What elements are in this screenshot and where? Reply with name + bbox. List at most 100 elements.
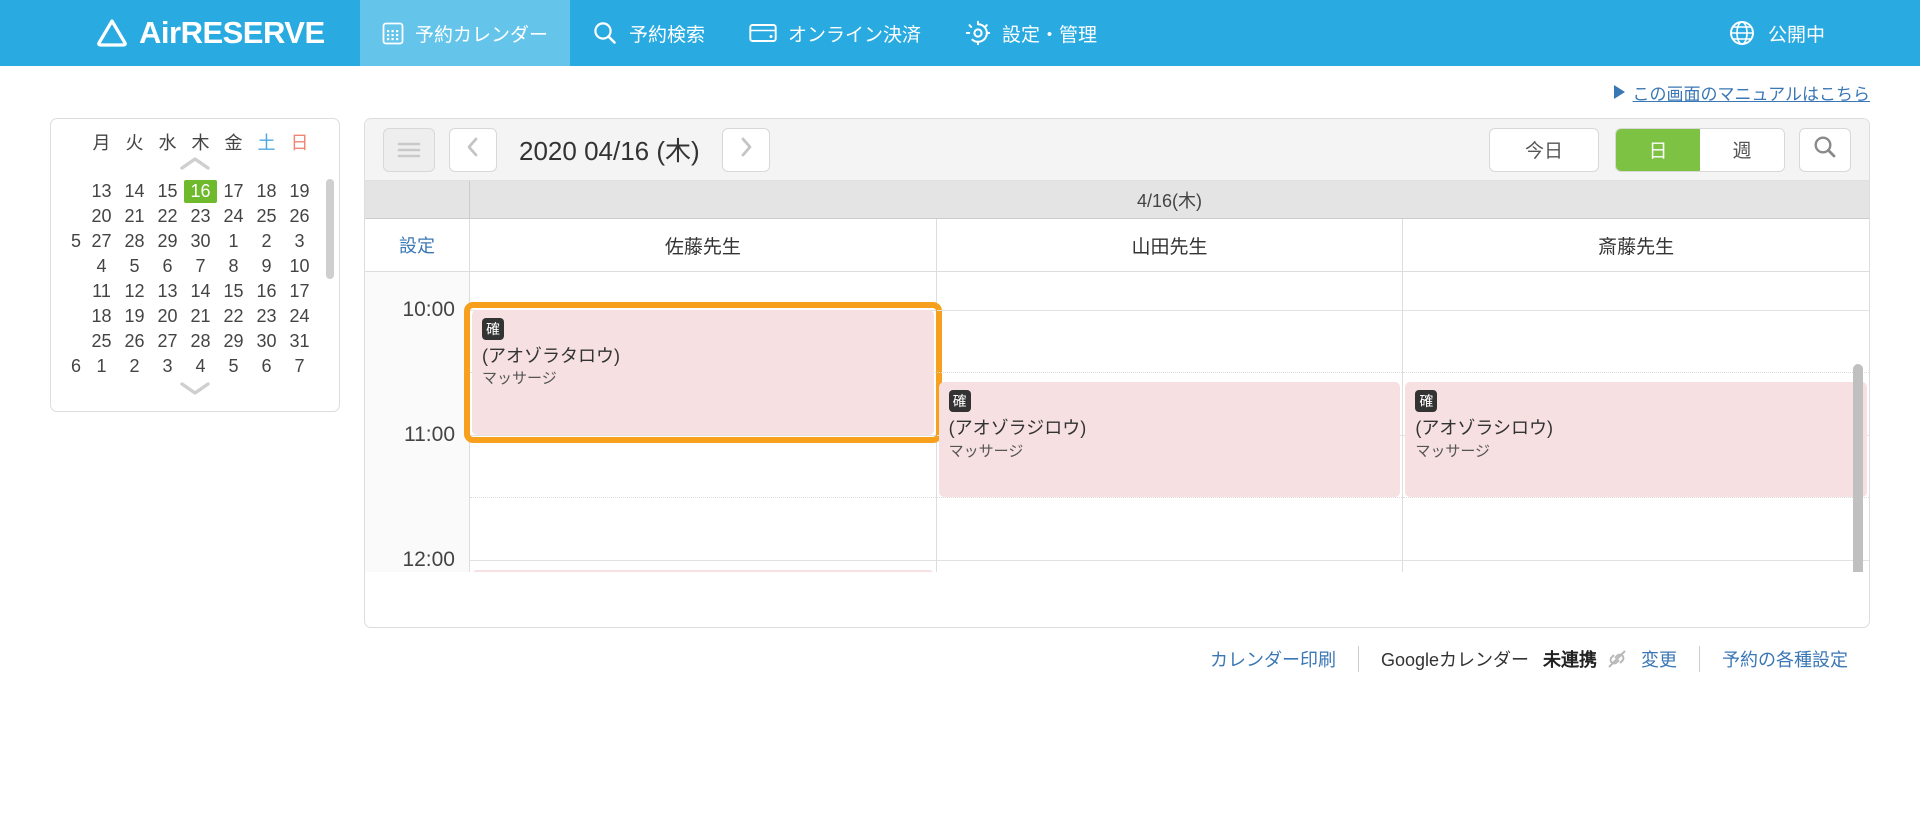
mini-calendar-day[interactable]: 18	[250, 180, 283, 203]
mini-calendar-day[interactable]: 2	[118, 355, 151, 378]
triangle-logo-icon	[95, 16, 129, 50]
mini-calendar-day[interactable]: 29	[217, 330, 250, 353]
search-icon	[592, 20, 618, 46]
mini-calendar-day[interactable]: 3	[151, 355, 184, 378]
mini-calendar-day[interactable]: 7	[184, 255, 217, 278]
calendar-event[interactable]: 確 (アオゾラシロウ) マッサージ	[1405, 382, 1868, 497]
mini-calendar-day[interactable]: 20	[151, 305, 184, 328]
mini-calendar-day[interactable]: 1	[217, 230, 250, 253]
calendar-column-1[interactable]: 確 (アオゾラジロウ) マッサージ	[936, 272, 1404, 572]
nav-item-reservation-search[interactable]: 予約検索	[570, 0, 727, 66]
mini-calendar-day[interactable]: 30	[250, 330, 283, 353]
manual-link-row: この画面のマニュアルはこちら	[0, 66, 1920, 118]
calendar-vertical-scrollbar[interactable]	[1853, 364, 1863, 572]
mini-calendar-day[interactable]: 29	[151, 230, 184, 253]
chevron-down-icon[interactable]	[63, 379, 327, 403]
mini-calendar-day[interactable]: 24	[217, 205, 250, 228]
mini-calendar-day[interactable]: 12	[118, 280, 151, 303]
event-menu-name: マッサージ	[948, 442, 1024, 460]
mini-calendar-day[interactable]: 14	[184, 280, 217, 303]
mini-calendar-day[interactable]: 13	[151, 280, 184, 303]
calendar-event[interactable]: 確 (アオゾラタロウ) マッサージ	[472, 309, 934, 435]
chevron-left-icon	[466, 136, 480, 164]
mini-calendar-day[interactable]: 23	[184, 205, 217, 228]
manual-link[interactable]: この画面のマニュアルはこちら	[1613, 80, 1871, 105]
mini-calendar-day[interactable]: 11	[85, 280, 118, 303]
mini-calendar-day[interactable]: 6	[250, 355, 283, 378]
mini-calendar-day[interactable]: 26	[283, 205, 316, 228]
chevron-up-icon[interactable]	[63, 155, 327, 179]
mini-calendar-day[interactable]: 6	[151, 255, 184, 278]
mini-calendar-day[interactable]: 27	[151, 330, 184, 353]
mini-calendar-day[interactable]: 8	[217, 255, 250, 278]
view-week-button[interactable]: 週	[1700, 128, 1784, 171]
brand-logo-area[interactable]: AirRESERVE	[0, 0, 360, 66]
manual-link-label: この画面のマニュアルはこちら	[1632, 84, 1871, 104]
mini-calendar-scrollbar[interactable]	[326, 179, 334, 279]
mini-calendar-day[interactable]: 17	[217, 180, 250, 203]
mini-calendar-day[interactable]: 13	[85, 180, 118, 203]
mini-calendar-day[interactable]: 19	[118, 305, 151, 328]
mini-calendar-day[interactable]: 7	[283, 355, 316, 378]
calendar-column-0[interactable]: 確 (アオゾラタロウ) マッサージ確(アオゾラサブロウ)マッサージ	[464, 272, 942, 572]
calendar-event[interactable]: 確(アオゾラサブロウ)マッサージ	[472, 569, 934, 572]
today-button[interactable]: 今日	[1489, 127, 1599, 172]
mini-calendar-day[interactable]: 23	[250, 305, 283, 328]
mini-calendar-day[interactable]: 25	[85, 330, 118, 353]
nav-item-settings-management[interactable]: 設定・管理	[943, 0, 1119, 66]
mini-calendar-day[interactable]: 3	[283, 230, 316, 253]
mini-calendar-day[interactable]: 16	[184, 180, 217, 203]
mini-calendar-day[interactable]: 27	[85, 230, 118, 253]
mini-calendar-day[interactable]: 21	[118, 205, 151, 228]
mini-calendar-day[interactable]: 15	[151, 180, 184, 203]
event-customer-name: (アオゾラジロウ)	[948, 418, 1087, 439]
resource-column-header-2: 斎藤先生	[1598, 236, 1675, 258]
mini-calendar-day[interactable]: 22	[217, 305, 250, 328]
mini-calendar-day[interactable]: 4	[184, 355, 217, 378]
mini-calendar-day[interactable]: 28	[184, 330, 217, 353]
time-label: 10:00	[402, 297, 455, 321]
mini-calendar-day[interactable]: 26	[118, 330, 151, 353]
top-navigation-bar: AirRESERVE 予約カレンダー 予約検索 オンライン決済 設定・管理 公開…	[0, 0, 1920, 66]
mini-calendar-day[interactable]: 22	[151, 205, 184, 228]
mini-calendar-day[interactable]: 30	[184, 230, 217, 253]
print-calendar-link[interactable]: カレンダー印刷	[1188, 646, 1358, 672]
mini-calendar-day[interactable]: 21	[184, 305, 217, 328]
mini-calendar-day[interactable]: 15	[217, 280, 250, 303]
calendar-search-button[interactable]	[1799, 127, 1851, 172]
mini-calendar-day[interactable]: 24	[283, 305, 316, 328]
mini-calendar-day[interactable]: 17	[283, 280, 316, 303]
mini-calendar-week: 61234567	[63, 354, 327, 379]
prev-day-button[interactable]	[449, 127, 497, 172]
calendar-icon	[382, 21, 404, 45]
publish-status[interactable]: 公開中	[1728, 19, 1920, 47]
mini-calendar-day[interactable]: 4	[85, 255, 118, 278]
mini-calendar-day[interactable]: 18	[85, 305, 118, 328]
nav-item-online-payment[interactable]: オンライン決済	[727, 0, 943, 66]
mini-calendar-day[interactable]: 25	[250, 205, 283, 228]
brand-name: AirRESERVE	[139, 15, 325, 50]
reservation-settings-link[interactable]: 予約の各種設定	[1700, 646, 1870, 672]
mini-calendar-day[interactable]: 31	[283, 330, 316, 353]
mini-calendar-day[interactable]: 19	[283, 180, 316, 203]
mini-calendar-day[interactable]: 2	[250, 230, 283, 253]
nav-item-reservation-calendar[interactable]: 予約カレンダー	[360, 0, 571, 66]
view-day-button[interactable]: 日	[1616, 128, 1700, 171]
date-header-gutter	[365, 181, 470, 218]
dow-fri: 金	[224, 133, 243, 153]
mini-calendar-day[interactable]: 1	[85, 355, 118, 378]
change-link[interactable]: 変更	[1637, 646, 1699, 672]
next-day-button[interactable]	[721, 127, 770, 172]
mini-calendar-day[interactable]: 10	[283, 255, 316, 278]
mini-calendar-day[interactable]: 20	[85, 205, 118, 228]
calendar-column-2[interactable]: 確 (アオゾラシロウ) マッサージ	[1403, 272, 1869, 572]
mini-calendar-day[interactable]: 14	[118, 180, 151, 203]
mini-calendar-day[interactable]: 16	[250, 280, 283, 303]
mini-calendar-day[interactable]: 9	[250, 255, 283, 278]
hamburger-icon[interactable]	[383, 127, 435, 172]
settings-link[interactable]: 設定	[365, 219, 470, 271]
mini-calendar-day[interactable]: 5	[217, 355, 250, 378]
mini-calendar-day[interactable]: 28	[118, 230, 151, 253]
mini-calendar-day[interactable]: 5	[118, 255, 151, 278]
calendar-event[interactable]: 確 (アオゾラジロウ) マッサージ	[938, 382, 1401, 497]
